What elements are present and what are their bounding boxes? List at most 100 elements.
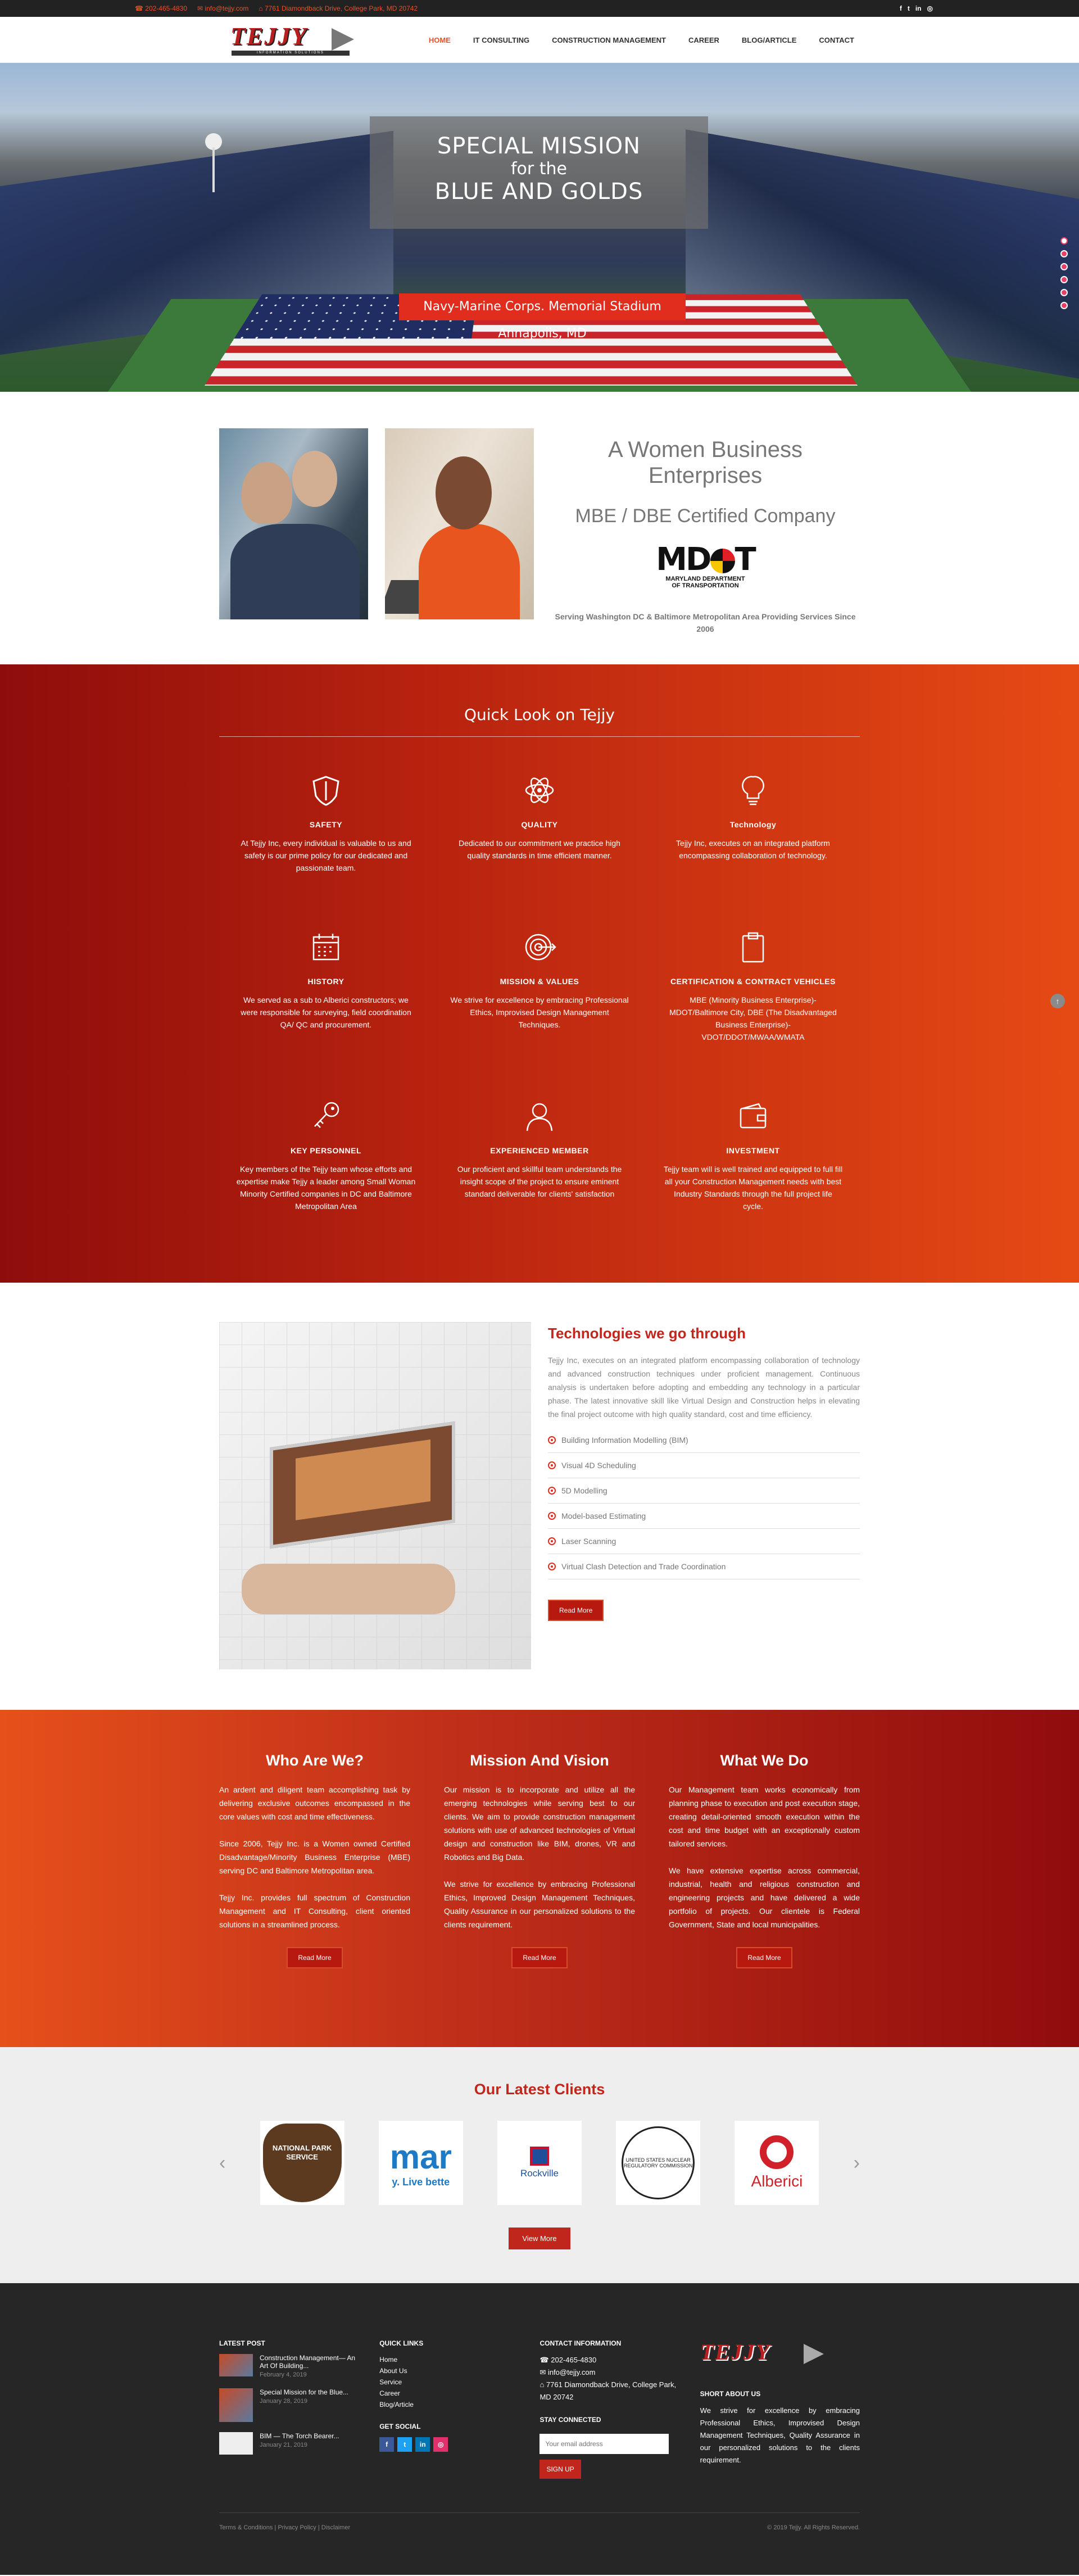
feature-text: Dedicated to our commitment we practice … (459, 839, 620, 860)
main-nav: HOME IT CONSULTING CONSTRUCTION MANAGEME… (429, 36, 854, 44)
scroll-top-button[interactable]: ↑ (1050, 994, 1065, 1008)
check-circle-icon (548, 1461, 556, 1469)
get-social-title: GET SOCIAL (379, 2423, 421, 2430)
footer-social: f t in ◎ (379, 2437, 523, 2452)
slider-dot[interactable] (1060, 289, 1068, 296)
short-about-title: SHORT ABOUT US (700, 2390, 761, 2398)
carousel-prev-icon[interactable]: ‹ (219, 2152, 225, 2174)
slider-dot[interactable] (1060, 237, 1068, 245)
slider-dot[interactable] (1060, 302, 1068, 309)
tech-read-more-button[interactable]: Read More (548, 1600, 604, 1621)
nav-blog[interactable]: BLOG/ARTICLE (742, 36, 797, 44)
footer: LATEST POST Construction Management— An … (0, 2283, 1079, 2575)
mission-paragraph: We strive for excellence by embracing Pr… (444, 1880, 635, 1929)
what-we-do-read-more-button[interactable]: Read More (736, 1947, 792, 1968)
feature-item: INVESTMENT Tejjy team will is well traine… (646, 1097, 860, 1212)
list-item: Building Information Modelling (BIM) (548, 1428, 860, 1453)
feature-item: CERTIFICATION & CONTRACT VEHICLES MBE (Mi… (646, 927, 860, 1043)
slider-dot[interactable] (1060, 250, 1068, 257)
mdot-logo: MD T MARYLAND DEPARTMENT OF TRANSPORTATIO… (643, 544, 767, 590)
what-we-do-paragraph: Our Management team works economically f… (669, 1785, 860, 1848)
mission-read-more-button[interactable]: Read More (511, 1947, 568, 1968)
nav-career[interactable]: CAREER (688, 36, 719, 44)
wbe-subtitle: MBE / DBE Certified Company (575, 505, 836, 527)
nav-home[interactable]: HOME (429, 36, 451, 44)
quick-links-column: QUICK LINKS Home About Us Service Career… (379, 2339, 540, 2479)
check-circle-icon (548, 1512, 556, 1520)
twitter-icon[interactable]: t (908, 4, 910, 12)
linkedin-icon[interactable]: in (415, 2437, 430, 2452)
who-read-more-button[interactable]: Read More (287, 1947, 343, 1968)
top-address: ⌂ 7761 Diamondback Drive, College Park, … (259, 4, 418, 12)
footer-link-about[interactable]: About Us (379, 2365, 523, 2376)
wallet-icon (663, 1097, 843, 1136)
footer-link-home[interactable]: Home (379, 2354, 523, 2365)
footer-link-blog[interactable]: Blog/Article (379, 2399, 523, 2410)
feature-text: Tejjy Inc, executes on an integrated pla… (676, 839, 830, 860)
list-item: 5D Modelling (548, 1478, 860, 1504)
client-logo-rockville[interactable]: Rockville (497, 2121, 582, 2205)
feature-title: EXPERIENCED MEMBER (490, 1146, 589, 1155)
who-paragraph: Tejjy Inc. provides full spectrum of Con… (219, 1893, 410, 1929)
tech-title: Technologies we go through (548, 1325, 746, 1342)
hero-line2: for the (510, 159, 568, 179)
hero-caption: Navy-Marine Corps. Memorial Stadium Anna… (399, 293, 686, 341)
quick-look-section: Quick Look on Tejjy SAFETY At Tejjy Inc, … (0, 664, 1079, 1283)
wbe-section: A Women Business Enterprises MBE / DBE C… (0, 392, 1079, 664)
calendar-icon (236, 927, 416, 967)
logo-arrow-icon (332, 28, 354, 51)
feature-item: QUALITY Dedicated to our commitment we pr… (433, 771, 646, 874)
facebook-icon[interactable]: f (379, 2437, 395, 2452)
footer-logo[interactable]: TEJJY (700, 2339, 829, 2373)
newsletter-email-input[interactable] (540, 2434, 669, 2454)
mission-column: Mission And Vision Our mission is to inc… (444, 1752, 635, 1968)
carousel-next-icon[interactable]: › (854, 2152, 860, 2174)
view-more-button[interactable]: View More (509, 2228, 570, 2249)
instagram-icon[interactable]: ◎ (927, 4, 933, 12)
linkedin-icon[interactable]: in (915, 4, 922, 12)
logo[interactable]: TEJJY INFORMATION SOLUTIONS (230, 22, 354, 57)
client-logo-marriott[interactable]: mar y. Live bette (378, 2121, 463, 2205)
nav-it-consulting[interactable]: IT CONSULTING (473, 36, 529, 44)
latest-post-column: LATEST POST Construction Management— An … (219, 2339, 379, 2479)
instagram-icon[interactable]: ◎ (433, 2437, 448, 2452)
feature-text: We served as a sub to Alberici construct… (241, 995, 411, 1029)
footer-link-service[interactable]: Service (379, 2376, 523, 2388)
who-title: Who Are We? (266, 1752, 364, 1769)
copyright: © 2019 Tejjy. All Rights Reserved. (767, 2524, 860, 2531)
latest-post-title: LATEST POST (219, 2339, 265, 2347)
twitter-icon[interactable]: t (397, 2437, 412, 2452)
facebook-icon[interactable]: f (900, 4, 902, 12)
post-item[interactable]: Construction Management— An Art Of Build… (219, 2354, 362, 2378)
hero-line1: SPECIAL MISSION (437, 133, 641, 159)
footer-link-career[interactable]: Career (379, 2388, 523, 2399)
nav-construction-management[interactable]: CONSTRUCTION MANAGEMENT (552, 36, 666, 44)
client-logo-nps[interactable]: NATIONAL PARK SERVICE (260, 2121, 344, 2205)
top-phone[interactable]: ☎ 202-465-4830 (135, 4, 187, 12)
tech-list: Building Information Modelling (BIM) Vis… (548, 1428, 860, 1579)
woman-photo (385, 428, 534, 619)
client-logo-nrc[interactable]: UNITED STATES NUCLEAR REGULATORY COMMISS… (616, 2121, 701, 2205)
who-paragraph: An ardent and diligent team accomplishin… (219, 1785, 410, 1821)
hero-slider: SPECIAL MISSION for the BLUE AND GOLDS N… (0, 63, 1079, 392)
clipboard-icon (663, 927, 843, 967)
check-circle-icon (548, 1563, 556, 1570)
what-we-do-title: What We Do (720, 1752, 809, 1769)
feature-text: At Tejjy Inc, every individual is valuab… (241, 839, 411, 872)
footer-phone[interactable]: ☎ 202-465-4830 (540, 2354, 683, 2366)
slider-dot[interactable] (1060, 263, 1068, 270)
key-icon (236, 1097, 416, 1136)
feature-title: CERTIFICATION & CONTRACT VEHICLES (670, 977, 836, 986)
slider-dot[interactable] (1060, 276, 1068, 283)
footer-legal-links[interactable]: Terms & Conditions | Privacy Policy | Di… (219, 2524, 350, 2531)
mission-paragraph: Our mission is to incorporate and utiliz… (444, 1785, 635, 1862)
post-item[interactable]: BIM — The Torch Bearer... January 21, 201… (219, 2432, 362, 2455)
nav-contact[interactable]: CONTACT (819, 36, 854, 44)
top-email[interactable]: ✉ info@tejjy.com (197, 4, 248, 12)
sign-up-button[interactable]: SIGN UP (540, 2460, 581, 2479)
footer-email[interactable]: ✉ info@tejjy.com (540, 2366, 683, 2379)
contact-column: CONTACT INFORMATION ☎ 202-465-4830 ✉ inf… (540, 2339, 700, 2479)
client-logo-alberici[interactable]: Alberici (735, 2121, 819, 2205)
post-item[interactable]: Special Mission for the Blue... January 2… (219, 2388, 362, 2422)
divider (219, 736, 860, 737)
